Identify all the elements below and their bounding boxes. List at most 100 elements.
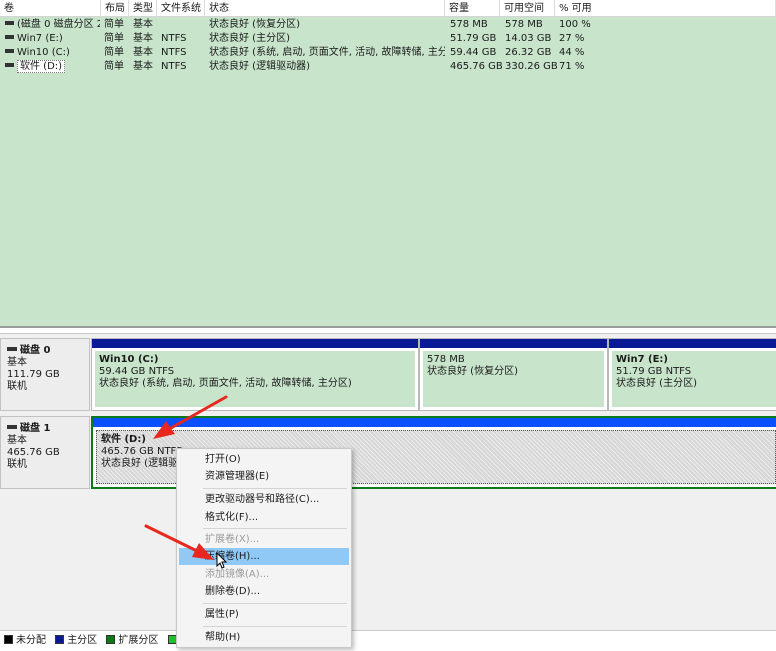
volume-icon [5, 21, 14, 25]
volume-free-space: 26.32 GB [505, 47, 552, 58]
partition-name: 软件 (D:) [101, 434, 146, 445]
volume-capacity: 51.79 GB [450, 33, 497, 44]
table-row[interactable]: Win10 (C:) 简单 基本 NTFS 状态良好 (系统, 启动, 页面文件… [0, 46, 776, 60]
disk-size: 465.76 GB [7, 447, 60, 458]
volume-filesystem: NTFS [161, 61, 187, 72]
volume-capacity: 465.76 GB [450, 61, 502, 72]
pane-splitter[interactable] [0, 326, 776, 334]
volume-free-space: 14.03 GB [505, 33, 552, 44]
volume-icon [5, 49, 14, 53]
partition-c[interactable]: Win10 (C:) 59.44 GB NTFS 状态良好 (系统, 启动, 页… [91, 338, 419, 411]
volume-name: 软件 (D:) [17, 60, 66, 73]
menu-item-change-drive-letter[interactable]: 更改驱动器号和路径(C)... [179, 491, 349, 508]
menu-item-explorer[interactable]: 资源管理器(E) [179, 468, 349, 485]
volume-status: 状态良好 (逻辑驱动器) [209, 61, 310, 72]
partition-recovery[interactable]: 578 MB 状态良好 (恢复分区) [419, 338, 608, 411]
disk-name: 磁盘 1 [20, 423, 51, 434]
volume-status: 状态良好 (恢复分区) [209, 19, 300, 30]
volume-list-header: 卷 布局 类型 文件系统 状态 容量 可用空间 % 可用 [0, 0, 776, 17]
volume-filesystem: NTFS [161, 33, 187, 44]
volume-type: 基本 [133, 19, 153, 30]
menu-item-open[interactable]: 打开(O) [179, 451, 349, 468]
legend-item-unallocated: 未分配 [4, 631, 46, 651]
disk-type: 基本 [7, 435, 27, 446]
partition-status: 状态良好 (系统, 启动, 页面文件, 活动, 故障转储, 主分区) [99, 378, 352, 389]
menu-item-properties[interactable]: 属性(P) [179, 606, 349, 623]
menu-separator [203, 626, 347, 627]
volume-percent-free: 100 % [559, 19, 591, 30]
column-header-percent-free[interactable]: % 可用 [555, 0, 776, 17]
legend-label: 未分配 [16, 635, 46, 646]
legend-label: 扩展分区 [118, 635, 159, 646]
menu-separator [203, 528, 347, 529]
table-row[interactable]: (磁盘 0 磁盘分区 2) 简单 基本 状态良好 (恢复分区) 578 MB 5… [0, 18, 776, 32]
legend-label: 主分区 [67, 635, 98, 646]
volume-type: 基本 [133, 61, 153, 72]
partition-name: Win7 (E:) [616, 354, 668, 365]
volume-filesystem: NTFS [161, 47, 187, 58]
menu-item-add-mirror[interactable]: 添加镜像(A)... [179, 566, 349, 583]
volume-layout: 简单 [104, 19, 124, 30]
partition-e[interactable]: Win7 (E:) 51.79 GB NTFS 状态良好 (主分区) [608, 338, 776, 411]
disk-row: 磁盘 0 基本 111.79 GB 联机 Win10 (C:) 59.44 GB… [0, 338, 776, 411]
partition-size: 51.79 GB NTFS [616, 366, 692, 377]
disk-name: 磁盘 0 [20, 345, 51, 356]
legend-item-primary: 主分区 [55, 631, 97, 651]
partition-size: 59.44 GB NTFS [99, 366, 175, 377]
partition-status: 状态良好 (恢复分区) [427, 366, 518, 377]
partition-size: 578 MB [427, 354, 465, 365]
partition-bar [609, 339, 776, 348]
menu-item-shrink-volume[interactable]: 压缩卷(H)... [179, 548, 349, 565]
menu-item-format[interactable]: 格式化(F)... [179, 509, 349, 526]
column-header-layout[interactable]: 布局 [101, 0, 129, 17]
partition-name: Win10 (C:) [99, 354, 159, 365]
volume-free-space: 330.26 GB [505, 61, 557, 72]
mouse-cursor-icon [216, 552, 228, 569]
swatch-icon [4, 634, 13, 644]
volume-free-space: 578 MB [505, 19, 543, 30]
column-header-volume[interactable]: 卷 [0, 0, 101, 17]
column-header-status[interactable]: 状态 [205, 0, 445, 17]
menu-separator [203, 488, 347, 489]
volume-status: 状态良好 (主分区) [209, 33, 290, 44]
volume-percent-free: 27 % [559, 33, 585, 44]
disk-icon [7, 347, 17, 351]
volume-icon [5, 35, 14, 39]
volume-name: (磁盘 0 磁盘分区 2) [17, 19, 100, 30]
volume-layout: 简单 [104, 33, 124, 44]
volume-type: 基本 [133, 33, 153, 44]
column-header-free-space[interactable]: 可用空间 [500, 0, 555, 17]
legend-item-extended: 扩展分区 [106, 631, 158, 651]
volume-list[interactable]: 卷 布局 类型 文件系统 状态 容量 可用空间 % 可用 (磁盘 0 磁盘分区 … [0, 0, 776, 326]
context-menu: 打开(O) 资源管理器(E) 更改驱动器号和路径(C)... 格式化(F)...… [176, 448, 352, 648]
table-row[interactable]: 软件 (D:) 简单 基本 NTFS 状态良好 (逻辑驱动器) 465.76 G… [0, 60, 776, 74]
disk-size: 111.79 GB [7, 369, 60, 380]
volume-icon [5, 63, 14, 67]
table-row[interactable]: Win7 (E:) 简单 基本 NTFS 状态良好 (主分区) 51.79 GB… [0, 32, 776, 46]
disk-view: 磁盘 0 基本 111.79 GB 联机 Win10 (C:) 59.44 GB… [0, 334, 776, 630]
menu-item-extend-volume[interactable]: 扩展卷(X)... [179, 531, 349, 548]
legend: 未分配 主分区 扩展分区 可用 [0, 630, 776, 651]
menu-item-delete-volume[interactable]: 删除卷(D)... [179, 583, 349, 600]
column-header-filesystem[interactable]: 文件系统 [157, 0, 205, 17]
menu-separator [203, 603, 347, 604]
column-header-capacity[interactable]: 容量 [445, 0, 500, 17]
volume-layout: 简单 [104, 47, 124, 58]
volume-filesystem [161, 18, 205, 32]
volume-layout: 简单 [104, 61, 124, 72]
disk-label[interactable]: 磁盘 0 基本 111.79 GB 联机 [0, 338, 90, 411]
partition-bar [420, 339, 607, 348]
column-header-type[interactable]: 类型 [129, 0, 157, 17]
volume-status: 状态良好 (系统, 启动, 页面文件, 活动, 故障转储, 主分区) [209, 47, 445, 58]
disk-type: 基本 [7, 357, 27, 368]
swatch-icon [106, 634, 116, 644]
volume-capacity: 59.44 GB [450, 47, 497, 58]
menu-item-help[interactable]: 帮助(H) [179, 629, 349, 646]
disk-state: 联机 [7, 459, 27, 470]
swatch-icon [55, 634, 65, 644]
disk-row: 磁盘 1 基本 465.76 GB 联机 软件 (D:) 465.76 GB N… [0, 416, 776, 489]
disk-icon [7, 425, 17, 429]
disk-state: 联机 [7, 381, 27, 392]
volume-name: Win7 (E:) [17, 33, 63, 44]
disk-label[interactable]: 磁盘 1 基本 465.76 GB 联机 [0, 416, 90, 489]
